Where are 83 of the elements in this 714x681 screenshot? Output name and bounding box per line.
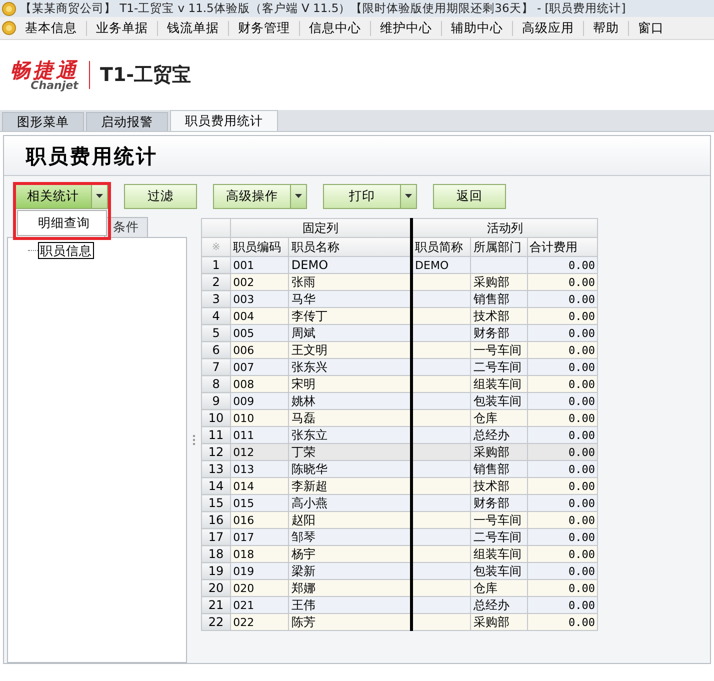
menu-option[interactable]: 明细查询: [18, 214, 106, 232]
table-row[interactable]: 7 007 张东兴 二号车间 0.00: [202, 358, 598, 376]
table-row[interactable]: 13 013 陈晓华 销售部 0.00: [202, 460, 598, 478]
table-row[interactable]: 12 012 丁荣 采购部 0.00: [202, 444, 598, 460]
menu-item[interactable]: 窗口: [629, 18, 673, 38]
menu-item[interactable]: 钱流单据: [158, 18, 228, 38]
toolbar-button[interactable]: 过滤: [124, 184, 197, 208]
row-number: 11: [202, 426, 231, 444]
row-number: 6: [202, 342, 231, 358]
table-row[interactable]: 11 011 张东立 总经办 0.00: [202, 426, 598, 444]
app-icon: [2, 21, 16, 35]
row-number: 18: [202, 546, 231, 562]
table-row[interactable]: 9 009 姚林 包装车间 0.00: [202, 392, 598, 410]
row-number: 15: [202, 494, 231, 512]
dropdown-toggle[interactable]: [92, 184, 108, 208]
table-cell: 陈芳: [288, 614, 412, 630]
row-number: 21: [202, 596, 231, 614]
caret-icon: [96, 194, 103, 198]
table-row[interactable]: 16 016 赵阳 一号车间 0.00: [202, 512, 598, 528]
table-row[interactable]: 5 005 周斌 财务部 0.00: [202, 324, 598, 342]
table-cell: 022: [230, 614, 289, 630]
menu-item[interactable]: 高级应用: [513, 18, 583, 38]
table-row[interactable]: 20 020 郑娜 仓库 0.00: [202, 580, 598, 596]
row-number: 19: [202, 562, 231, 580]
row-number: 2: [202, 274, 231, 290]
row-number: 8: [202, 376, 231, 392]
brand-latin-text: Chanjet: [30, 80, 78, 90]
column-group-header: 活动列: [412, 218, 598, 238]
table-row[interactable]: 2 002 张雨 采购部 0.00: [202, 274, 598, 290]
row-number: 7: [202, 358, 231, 376]
table-row[interactable]: 18 018 杨宇 组装车间 0.00: [202, 546, 598, 562]
menu-item[interactable]: 帮助: [584, 18, 628, 38]
app-icon: [2, 2, 16, 16]
row-number: 22: [202, 614, 231, 630]
tree-node[interactable]: 职员信息: [38, 242, 94, 259]
table-row[interactable]: 1 001 DEMO DEMO 0.00: [202, 256, 598, 274]
toolbar-button[interactable]: 返回: [433, 184, 506, 208]
table-row[interactable]: 8 008 宋明 组装车间 0.00: [202, 376, 598, 392]
row-number: 4: [202, 308, 231, 324]
row-number: 17: [202, 528, 231, 546]
row-number: 10: [202, 410, 231, 426]
menu-item[interactable]: 财务管理: [229, 18, 299, 38]
menu-item[interactable]: 信息中心: [300, 18, 370, 38]
toolbar-button[interactable]: 高级操作: [213, 184, 291, 208]
toolbar-button[interactable]: 相关统计: [14, 184, 92, 208]
tab[interactable]: 图形菜单: [2, 112, 84, 131]
table-cell: [412, 614, 471, 630]
tab[interactable]: 职员费用统计: [170, 110, 278, 131]
table-row[interactable]: 14 014 李新超 技术部 0.00: [202, 478, 598, 494]
row-number: 14: [202, 478, 231, 494]
table-row[interactable]: 21 021 王伟 总经办 0.00: [202, 596, 598, 614]
menu-item[interactable]: 辅助中心: [442, 18, 512, 38]
row-number: 12: [202, 444, 231, 460]
window-title: 【某某商贸公司】 T1-工贸宝 v 11.5体验版（客户端 V 11.5）【限时体验版使用期限还剩36天】 - [职员费用统计]: [20, 0, 626, 17]
row-number: 20: [202, 580, 231, 596]
table-row[interactable]: 22 022 陈芳 采购部 0.00: [202, 614, 598, 630]
page-title: 职员费用统计: [26, 142, 158, 170]
tab[interactable]: 启动报警: [86, 112, 168, 131]
table-row[interactable]: 3 003 马华 销售部 0.00: [202, 290, 598, 308]
row-number: 13: [202, 460, 231, 478]
product-name: T1-工贸宝: [100, 62, 192, 88]
row-number: 16: [202, 512, 231, 528]
dropdown-toggle[interactable]: [401, 184, 417, 208]
caret-icon: [405, 194, 412, 198]
menu-item[interactable]: 基本信息: [16, 18, 86, 38]
table-cell: 0.00: [527, 614, 598, 630]
table-row[interactable]: 17 017 邹琴 二号车间 0.00: [202, 528, 598, 546]
row-number: 9: [202, 392, 231, 410]
table-row[interactable]: 10 010 马磊 仓库 0.00: [202, 410, 598, 426]
row-number: 1: [202, 256, 231, 274]
table-row[interactable]: 4 004 李传丁 技术部 0.00: [202, 308, 598, 324]
menu-item[interactable]: 维护中心: [371, 18, 441, 38]
table-cell: 采购部: [470, 614, 528, 630]
brand-logo-text: 畅捷通: [10, 60, 79, 80]
table-row[interactable]: 19 019 梁新 包装车间 0.00: [202, 562, 598, 580]
row-number: 3: [202, 290, 231, 308]
caret-icon: [295, 194, 302, 198]
table-row[interactable]: 15 015 高小燕 财务部 0.00: [202, 494, 598, 512]
menu-item[interactable]: 业务单据: [87, 18, 157, 38]
table-row[interactable]: 6 006 王文明 一号车间 0.00: [202, 342, 598, 358]
row-number: 5: [202, 324, 231, 342]
dropdown-toggle[interactable]: [291, 184, 307, 208]
toolbar-button[interactable]: 打印: [323, 184, 401, 208]
